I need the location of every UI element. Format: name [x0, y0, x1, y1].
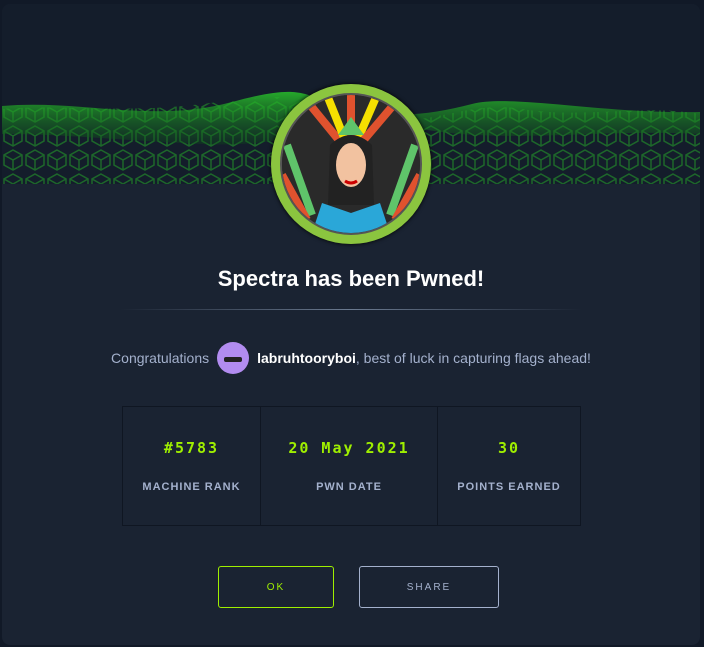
user-avatar[interactable] — [217, 342, 250, 374]
ok-button[interactable]: OK — [218, 566, 334, 608]
pwned-modal: Spectra has been Pwned! Congratulations … — [2, 4, 700, 645]
stat-pwn-date: 20 May 2021 PWN DATE — [261, 407, 438, 525]
divider — [120, 309, 582, 310]
congrats-prefix: Congratulations — [111, 350, 210, 366]
stat-points-earned: 30 POINTS EARNED — [438, 407, 580, 525]
stat-label: MACHINE RANK — [142, 481, 241, 493]
machine-badge — [271, 84, 431, 244]
stats-panel: #5783 MACHINE RANK 20 May 2021 PWN DATE … — [122, 406, 581, 526]
congrats-message: Congratulations labruhtooryboi , best of… — [2, 342, 700, 374]
share-button[interactable]: SHARE — [359, 566, 499, 608]
stat-label: PWN DATE — [316, 481, 382, 493]
congrats-suffix: , best of luck in capturing flags ahead! — [355, 350, 591, 366]
stat-value: #5783 — [163, 439, 220, 457]
stat-value: 30 — [497, 439, 521, 457]
machine-avatar-image — [282, 95, 420, 233]
stat-label: POINTS EARNED — [457, 481, 561, 493]
page-title: Spectra has been Pwned! — [217, 266, 485, 291]
username-link[interactable]: labruhtooryboi — [257, 350, 356, 366]
stat-machine-rank: #5783 MACHINE RANK — [123, 407, 261, 525]
stat-value: 20 May 2021 — [288, 439, 410, 457]
